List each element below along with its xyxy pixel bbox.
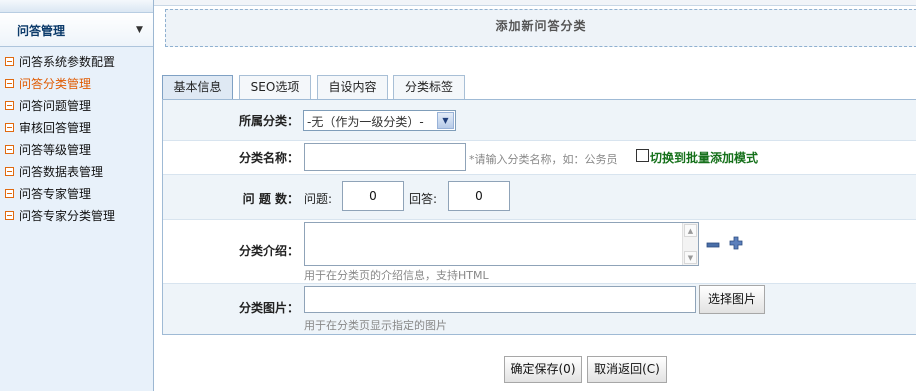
scroll-up-icon[interactable]: ▲	[684, 224, 697, 237]
textarea-scrollbar[interactable]: ▲ ▼	[682, 223, 698, 265]
sidebar-item-system-config[interactable]: 问答系统参数配置	[0, 51, 154, 73]
content-top-bar	[154, 0, 916, 6]
sidebar-item-review-answers[interactable]: 审核回答管理	[0, 117, 154, 139]
sidebar-item-label: 审核回答管理	[19, 121, 92, 135]
form-row-parent: 所属分类： -无（作为一级分类）- ▼	[163, 100, 916, 141]
image-hint: 用于在分类页显示指定的图片	[304, 319, 447, 332]
sidebar-title: 问答管理	[17, 24, 66, 38]
sidebar-header[interactable]: 问答管理 ▼	[0, 13, 153, 47]
shrink-minus-icon[interactable]	[706, 238, 720, 252]
chevron-down-icon[interactable]: ▼	[437, 112, 454, 129]
sidebar-item-label: 问答分类管理	[19, 77, 92, 91]
expand-plus-icon[interactable]	[729, 236, 743, 250]
questions-count-input[interactable]: 0	[342, 181, 404, 211]
button-label: 取消返回(C)	[594, 362, 660, 376]
category-image-input[interactable]	[304, 286, 696, 313]
main-content: 添加新问答分类 基本信息 SEO选项 自设内容 分类标签 所属分类： -无（作为…	[154, 0, 916, 391]
sidebar-item-category-manage[interactable]: 问答分类管理	[0, 73, 154, 95]
field-label: 所属分类：	[238, 114, 299, 128]
field-label: 问 题 数：	[242, 192, 299, 206]
category-name-input[interactable]	[304, 143, 466, 171]
form-row-intro: 分类介绍： ▲ ▼ 用于在分类页的介绍信息，支持HTML	[163, 220, 916, 284]
field-label: 分类名称：	[238, 151, 299, 165]
sidebar-item-label: 问答专家管理	[19, 187, 92, 201]
tab-basic-info[interactable]: 基本信息	[162, 75, 233, 99]
tab-category-tags[interactable]: 分类标签	[393, 75, 465, 99]
answers-label: 回答:	[409, 192, 438, 206]
tab-label: 分类标签	[404, 80, 453, 94]
sidebar-menu: 问答系统参数配置 问答分类管理 问答问题管理 审核回答管理 问答等级管理 问答数…	[0, 51, 154, 227]
tab-custom-content[interactable]: 自设内容	[317, 75, 388, 99]
sidebar-item-label: 问答问题管理	[19, 99, 92, 113]
batch-mode-checkbox[interactable]	[636, 149, 649, 162]
sidebar-item-level-manage[interactable]: 问答等级管理	[0, 139, 154, 161]
scroll-down-icon[interactable]: ▼	[684, 251, 697, 264]
button-label: 确定保存(0)	[510, 362, 576, 376]
category-intro-textarea[interactable]: ▲ ▼	[304, 222, 699, 266]
parent-category-select[interactable]: -无（作为一级分类）- ▼	[303, 110, 456, 131]
name-hint: *请输入分类名称，如：公务员	[469, 153, 618, 166]
save-button[interactable]: 确定保存(0)	[504, 356, 582, 383]
field-label: 分类介绍：	[238, 244, 299, 258]
sidebar-item-expert-manage[interactable]: 问答专家管理	[0, 183, 154, 205]
sidebar-item-label: 问答系统参数配置	[19, 55, 116, 69]
tab-label: 自设内容	[328, 80, 377, 94]
sidebar-item-datatable-manage[interactable]: 问答数据表管理	[0, 161, 154, 183]
form-row-counts: 问 题 数： 问题: 0 回答: 0	[163, 175, 916, 220]
intro-hint: 用于在分类页的介绍信息，支持HTML	[304, 269, 489, 282]
choose-image-button[interactable]: 选择图片	[699, 285, 765, 314]
questions-label: 问题:	[304, 192, 333, 206]
sidebar-item-expert-category-manage[interactable]: 问答专家分类管理	[0, 205, 154, 227]
minus-box-icon	[5, 101, 14, 110]
sidebar-item-label: 问答专家分类管理	[19, 209, 116, 223]
form-row-image: 分类图片： 选择图片 用于在分类页显示指定的图片	[163, 284, 916, 334]
page-title: 添加新问答分类	[495, 19, 587, 33]
form-row-name: 分类名称： *请输入分类名称，如：公务员 切换到批量添加模式	[163, 141, 916, 175]
sidebar: 问答管理 ▼ 问答系统参数配置 问答分类管理 问答问题管理 审核回答管理 问答等…	[0, 0, 154, 391]
tab-label: SEO选项	[250, 80, 300, 94]
select-value: -无（作为一级分类）-	[307, 115, 424, 129]
input-value: 0	[369, 189, 377, 203]
chevron-down-icon[interactable]: ▼	[136, 25, 143, 35]
minus-box-icon	[5, 79, 14, 88]
minus-box-icon	[5, 123, 14, 132]
category-form: 所属分类： -无（作为一级分类）- ▼ 分类名称： *请输入分类名称，如：公务员…	[162, 99, 916, 335]
minus-box-icon	[5, 167, 14, 176]
minus-box-icon	[5, 57, 14, 66]
tab-label: 基本信息	[173, 80, 222, 94]
cancel-button[interactable]: 取消返回(C)	[587, 356, 667, 383]
batch-mode-link[interactable]: 切换到批量添加模式	[650, 149, 758, 166]
sidebar-item-question-manage[interactable]: 问答问题管理	[0, 95, 154, 117]
minus-box-icon	[5, 211, 14, 220]
button-label: 选择图片	[707, 292, 756, 306]
sidebar-item-label: 问答等级管理	[19, 143, 92, 157]
page-title-box: 添加新问答分类	[165, 9, 916, 47]
input-value: 0	[475, 189, 483, 203]
sidebar-item-label: 问答数据表管理	[19, 165, 104, 179]
minus-box-icon	[5, 189, 14, 198]
sidebar-top-strip	[0, 0, 153, 13]
answers-count-input[interactable]: 0	[448, 181, 510, 211]
field-label: 分类图片：	[238, 301, 299, 315]
minus-box-icon	[5, 145, 14, 154]
tab-seo[interactable]: SEO选项	[239, 75, 311, 99]
